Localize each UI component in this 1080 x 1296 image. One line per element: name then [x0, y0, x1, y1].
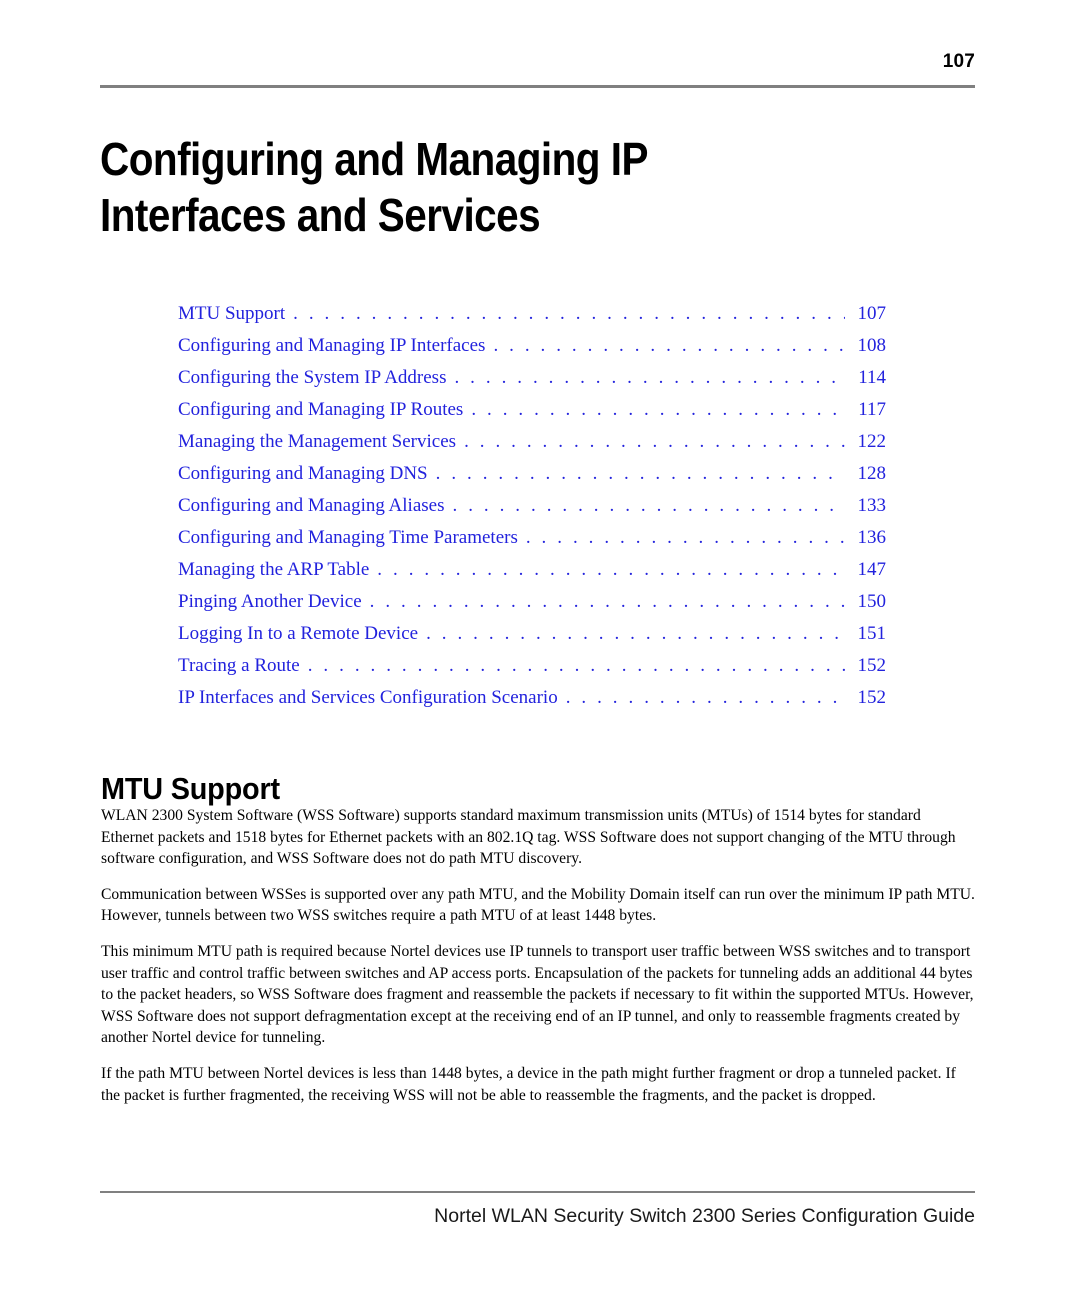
toc-entry-label: Tracing a Route [178, 655, 300, 676]
header-divider [100, 85, 975, 88]
toc-entry-page-number: 152 [857, 655, 887, 676]
toc-entry-label: Managing the Management Services [178, 431, 457, 452]
chapter-title: Configuring and Managing IP Interfaces a… [100, 131, 804, 243]
toc-dot-leader: . . . . . . . . . . . . . . . . . . . . … [452, 495, 846, 516]
toc-dot-leader: . . . . . . . . . . . . . . . . . . . . … [426, 623, 845, 644]
toc-entry-page-number: 108 [857, 335, 887, 356]
toc-entry-page-number: 152 [857, 687, 887, 708]
toc-dot-leader: . . . . . . . . . . . . . . . . . . . . … [454, 367, 845, 388]
toc-entry-label: Logging In to a Remote Device [178, 623, 419, 644]
toc-entry[interactable]: Managing the ARP Table . . . . . . . . . … [178, 554, 886, 586]
toc-entry-label: Configuring and Managing Time Parameters [178, 527, 518, 548]
chapter-title-line-2: Interfaces and Services [100, 188, 541, 241]
body-paragraph: This minimum MTU path is required becaus… [101, 942, 974, 1047]
toc-entry-label: MTU Support [178, 303, 286, 324]
toc-dot-leader: . . . . . . . . . . . . . . . . . . . . … [435, 463, 845, 484]
section-body: WLAN 2300 System Software (WSS Software)… [101, 805, 975, 1106]
toc-entry-page-number: 107 [857, 303, 887, 324]
body-paragraph: WLAN 2300 System Software (WSS Software)… [101, 807, 956, 868]
toc-entry-page-number: 147 [857, 559, 887, 580]
toc-entry[interactable]: Configuring and Managing Time Parameters… [178, 522, 886, 554]
toc-entry-page-number: 114 [858, 367, 886, 388]
toc-entry[interactable]: IP Interfaces and Services Configuration… [178, 682, 886, 714]
toc-dot-leader: . . . . . . . . . . . . . . . . . . . . … [471, 399, 845, 420]
toc-dot-leader: . . . . . . . . . . . . . . . . . . . . … [493, 335, 845, 356]
chapter-title-line-1: Configuring and Managing IP [100, 132, 648, 185]
toc-entry[interactable]: Logging In to a Remote Device . . . . . .… [178, 618, 886, 650]
body-paragraph: If the path MTU between Nortel devices i… [101, 1064, 956, 1104]
toc-dot-leader: . . . . . . . . . . . . . . . . . . . . … [464, 431, 845, 452]
toc-entry[interactable]: Configuring the System IP Address . . . .… [178, 362, 886, 394]
toc-entry-label: Pinging Another Device [178, 591, 362, 612]
toc-entry-label: Configuring and Managing IP Routes [178, 399, 464, 420]
toc-dot-leader: . . . . . . . . . . . . . . . . . . . . … [525, 527, 845, 548]
toc-entry[interactable]: Tracing a Route . . . . . . . . . . . . .… [178, 650, 886, 682]
page-number: 107 [942, 51, 975, 72]
toc-dot-leader: . . . . . . . . . . . . . . . . . . . . … [565, 687, 845, 708]
toc-entry-page-number: 128 [857, 463, 887, 484]
body-paragraph: Communication between WSSes is supported… [101, 885, 975, 925]
toc-entry-page-number: 133 [857, 495, 887, 516]
toc-entry-label: Configuring and Managing DNS [178, 463, 428, 484]
toc-entry-label: IP Interfaces and Services Configuration… [178, 687, 558, 708]
footer-divider [100, 1191, 975, 1193]
toc-entry[interactable]: MTU Support . . . . . . . . . . . . . . .… [178, 298, 886, 330]
footer-text: Nortel WLAN Security Switch 2300 Series … [434, 1205, 975, 1227]
document-page: 107 Configuring and Managing IP Interfac… [0, 0, 1080, 1296]
toc-dot-leader: . . . . . . . . . . . . . . . . . . . . … [293, 303, 845, 324]
toc-entry-page-number: 117 [858, 399, 886, 420]
toc-entry[interactable]: Configuring and Managing DNS . . . . . . … [178, 458, 886, 490]
toc-entry[interactable]: Pinging Another Device . . . . . . . . . … [178, 586, 886, 618]
toc-entry-page-number: 122 [857, 431, 887, 452]
table-of-contents: MTU Support . . . . . . . . . . . . . . .… [178, 298, 886, 714]
toc-dot-leader: . . . . . . . . . . . . . . . . . . . . … [377, 559, 845, 580]
toc-entry-label: Configuring the System IP Address [178, 367, 447, 388]
toc-entry[interactable]: Configuring and Managing IP Interfaces . … [178, 330, 886, 362]
toc-entry-page-number: 151 [857, 623, 887, 644]
toc-entry[interactable]: Configuring and Managing Aliases . . . . … [178, 490, 886, 522]
toc-dot-leader: . . . . . . . . . . . . . . . . . . . . … [369, 591, 845, 612]
toc-entry[interactable]: Configuring and Managing IP Routes . . . … [178, 394, 886, 426]
toc-dot-leader: . . . . . . . . . . . . . . . . . . . . … [307, 655, 845, 676]
toc-entry-page-number: 136 [857, 527, 887, 548]
toc-entry-label: Configuring and Managing IP Interfaces [178, 335, 486, 356]
toc-entry-label: Configuring and Managing Aliases [178, 495, 445, 516]
toc-entry-page-number: 150 [857, 591, 887, 612]
toc-entry[interactable]: Managing the Management Services . . . . … [178, 426, 886, 458]
toc-entry-label: Managing the ARP Table [178, 559, 370, 580]
section-heading-mtu-support: MTU Support [101, 770, 280, 806]
